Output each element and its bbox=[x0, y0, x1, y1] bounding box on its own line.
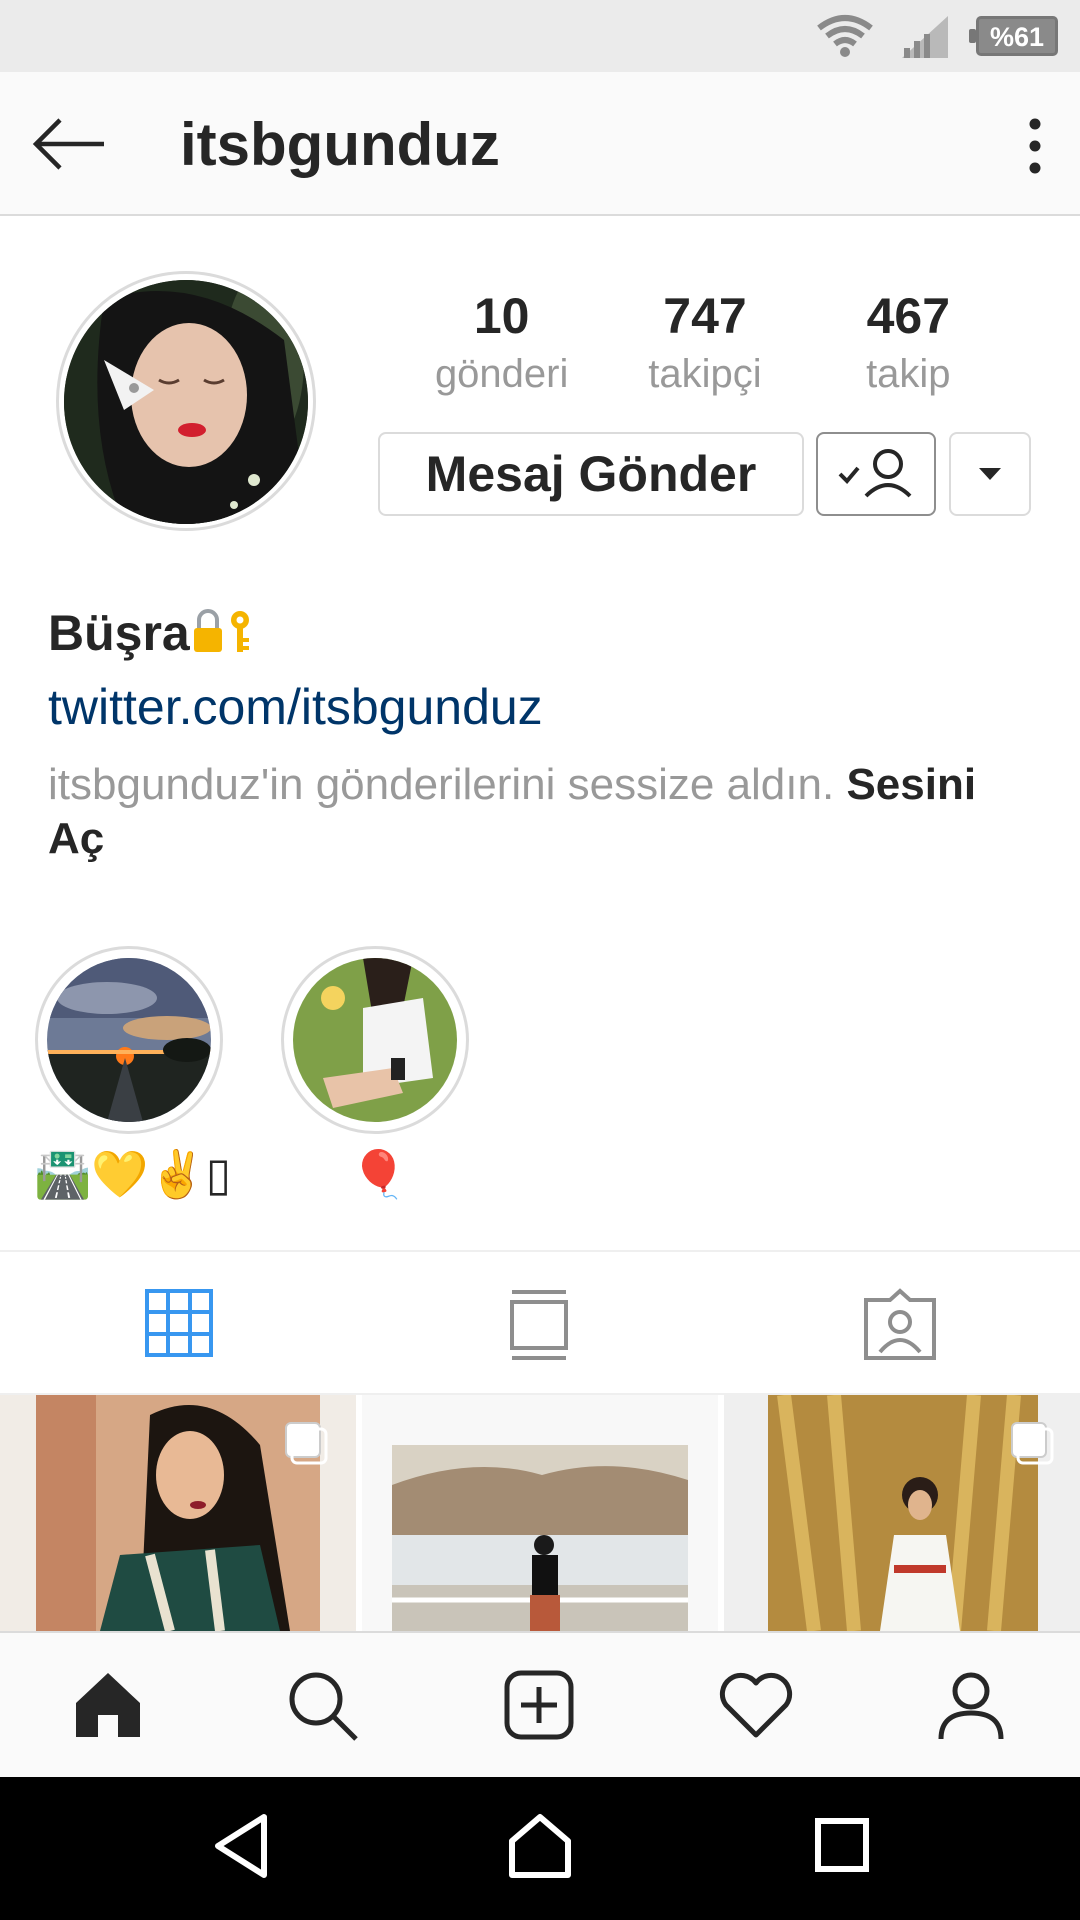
post-thumbnail[interactable] bbox=[0, 1395, 356, 1631]
battery-level: %61 bbox=[989, 22, 1045, 52]
add-post-icon[interactable] bbox=[503, 1669, 575, 1741]
home-icon[interactable] bbox=[72, 1669, 144, 1741]
top-navigation-bar: itsbgunduz bbox=[0, 72, 1080, 216]
signal-icon bbox=[902, 16, 948, 58]
feed-list-icon[interactable] bbox=[506, 1288, 572, 1362]
post-thumbnail[interactable] bbox=[362, 1395, 718, 1631]
story-highlight-1-label: 🛣️💛✌️▯ bbox=[34, 1148, 232, 1200]
story-highlight-1[interactable] bbox=[47, 958, 211, 1122]
wifi-icon bbox=[817, 15, 873, 57]
back-triangle-icon[interactable] bbox=[212, 1811, 272, 1881]
status-bar: %61 bbox=[0, 0, 1080, 72]
caret-down-icon bbox=[979, 468, 1001, 480]
recents-square-icon[interactable] bbox=[812, 1811, 872, 1881]
following-count: 467 bbox=[866, 288, 951, 344]
profile-stats: 10 gönderi 747 takipçi 467 takip bbox=[400, 284, 1010, 400]
tagged-photos-icon[interactable] bbox=[862, 1288, 938, 1362]
profile-icon[interactable] bbox=[935, 1669, 1007, 1741]
lock-key-emoji bbox=[193, 609, 249, 652]
avatar[interactable] bbox=[64, 280, 308, 524]
posts-label: gönderi bbox=[434, 352, 569, 396]
stat-followers[interactable]: 747 takipçi bbox=[603, 284, 806, 400]
posts-count: 10 bbox=[473, 288, 530, 344]
message-button[interactable]: Mesaj Gönder bbox=[378, 432, 804, 516]
heart-icon[interactable] bbox=[718, 1669, 794, 1741]
profile-full-name: Büşra bbox=[48, 605, 190, 661]
followers-count: 747 bbox=[663, 288, 747, 344]
following-button[interactable] bbox=[816, 432, 936, 516]
home-outline-icon[interactable] bbox=[506, 1811, 574, 1881]
system-navigation-bar bbox=[0, 1777, 1080, 1920]
stat-following[interactable]: 467 takip bbox=[807, 284, 1010, 400]
muted-text: itsbgunduz'in gönderilerini sessize aldı… bbox=[48, 760, 835, 809]
story-highlight-2[interactable] bbox=[293, 958, 457, 1122]
bottom-navigation-bar bbox=[0, 1631, 1080, 1777]
profile-website-link[interactable]: twitter.com/itsbgunduz bbox=[48, 678, 543, 736]
more-vertical-icon[interactable] bbox=[1020, 116, 1050, 176]
post-grid bbox=[0, 1395, 1080, 1631]
profile-username: itsbgunduz bbox=[180, 111, 500, 178]
arrow-left-icon[interactable] bbox=[30, 114, 110, 174]
profile-full-name-row: Büşra bbox=[48, 604, 260, 662]
battery-icon: %61 bbox=[969, 16, 1058, 56]
suggestions-dropdown-button[interactable] bbox=[949, 432, 1031, 516]
user-check-icon bbox=[838, 449, 912, 498]
post-thumbnail[interactable] bbox=[724, 1395, 1080, 1631]
followers-label: takipçi bbox=[648, 352, 762, 396]
search-icon[interactable] bbox=[286, 1669, 360, 1743]
following-label: takip bbox=[866, 352, 951, 396]
muted-posts-notice: itsbgunduz'in gönderilerini sessize aldı… bbox=[48, 758, 1038, 866]
grid-icon[interactable] bbox=[144, 1288, 214, 1358]
story-highlight-2-label: 🎈 bbox=[350, 1148, 408, 1200]
profile-view-tabs bbox=[0, 1250, 1080, 1395]
stat-posts[interactable]: 10 gönderi bbox=[400, 284, 603, 400]
